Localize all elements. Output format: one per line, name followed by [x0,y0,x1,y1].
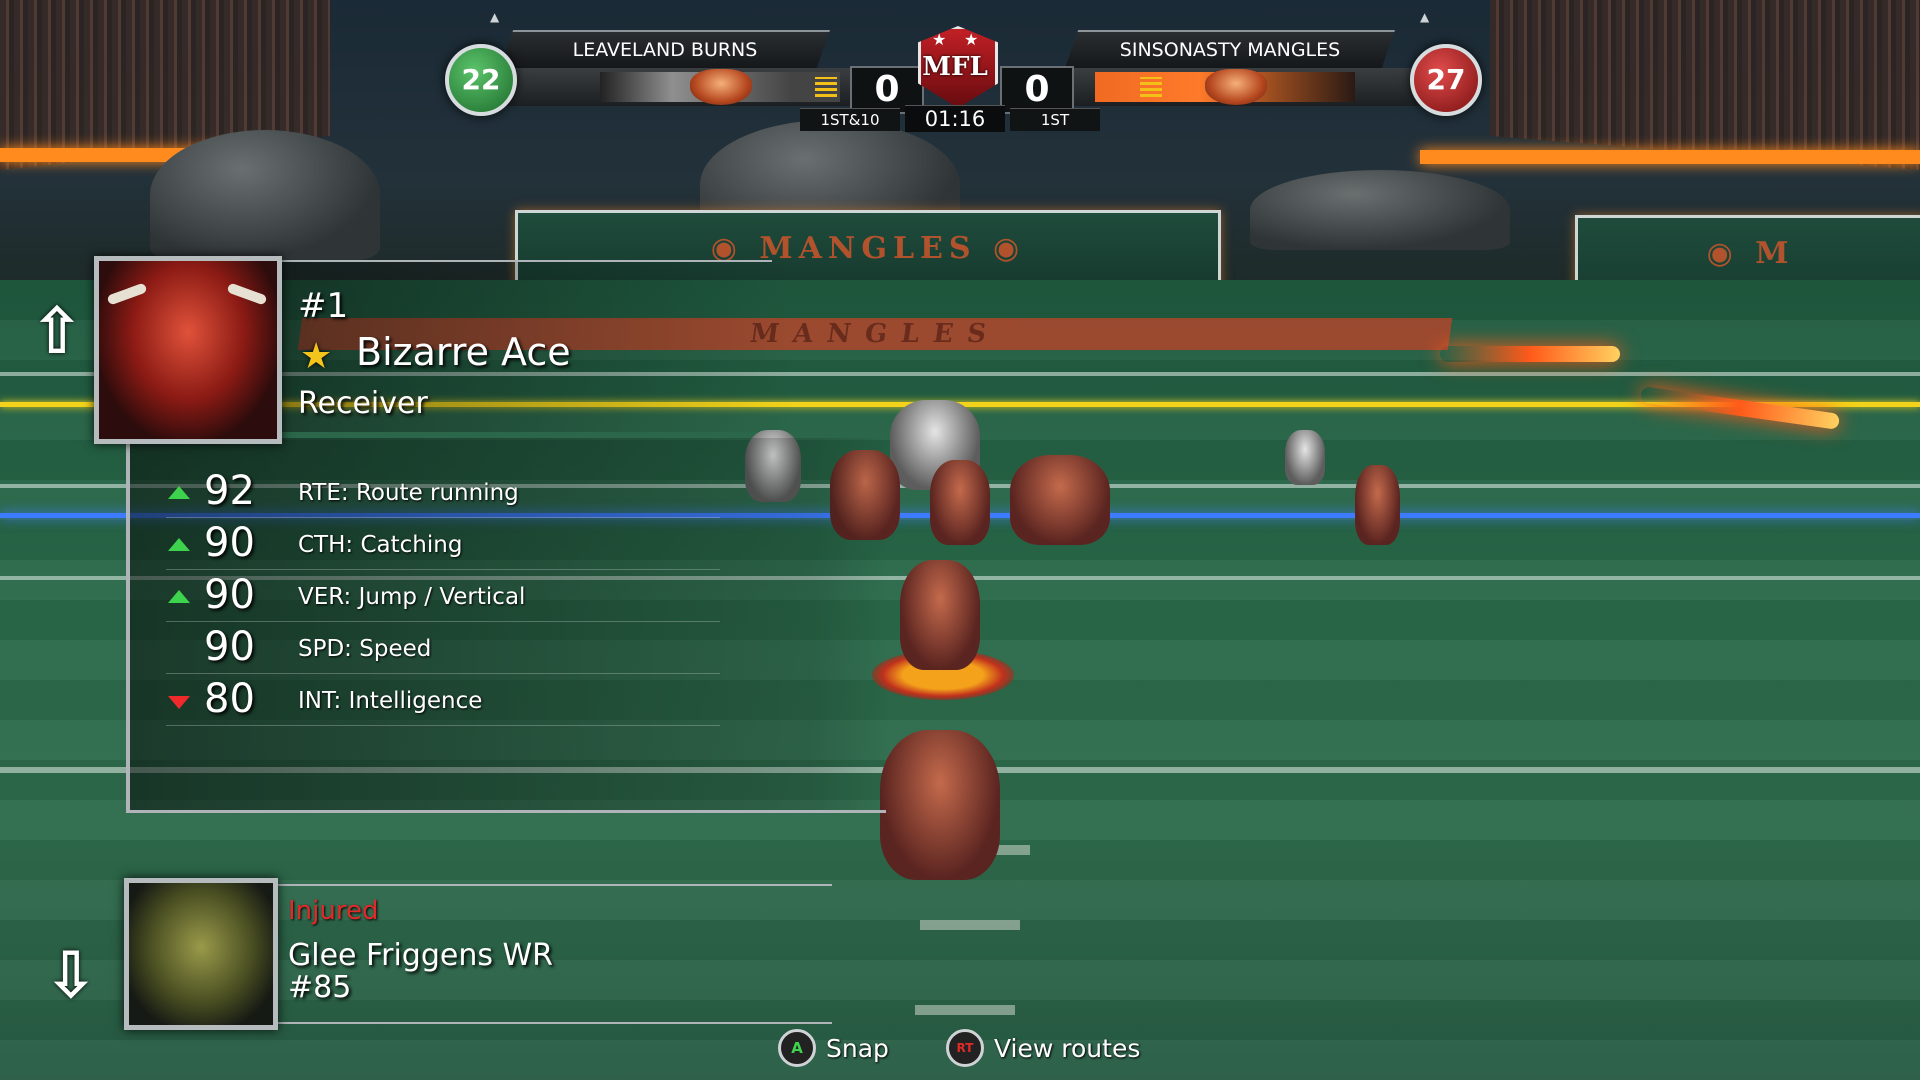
trend-up-icon [168,538,190,551]
stat-label: SPD: Speed [298,636,432,662]
stat-value: 90 [204,520,255,566]
trend-up-icon [168,486,190,499]
quarterback-figure [880,730,1000,880]
home-rating-badge: 22 [445,44,517,116]
away-team-name: SINSONASTY MANGLES [1065,30,1395,68]
away-team-bar [1065,68,1460,106]
player-name: Bizarre Ace [356,330,571,374]
league-star-icon: ★ [964,30,979,49]
player-figure [1010,455,1110,545]
player-figure [1355,465,1400,545]
rock-right [1250,170,1510,250]
game-clock: 01:16 [905,105,1005,132]
alternate-player-portrait [124,878,278,1030]
stat-value: 80 [204,676,255,722]
home-team-logo-icon [690,69,752,105]
scoreboard: ▲ ▲ LEAVELAND BURNS SINSONASTY MANGLES 2… [400,8,1520,138]
a-button-icon: A [778,1029,816,1067]
away-score: 0 [1000,66,1074,114]
stat-value: 92 [204,468,255,514]
star-icon: ★ [300,336,333,377]
league-logo: ★ ★ MFL [910,8,1000,108]
panel-border [126,436,130,812]
view-routes-prompt[interactable]: RT View routes [946,1029,1141,1067]
away-possession-icon [1140,77,1162,97]
away-team-logo-icon [1205,69,1267,105]
trend-up-icon [168,590,190,603]
spike-decoration: ▲ [1420,10,1430,24]
rt-button-icon: RT [946,1029,984,1067]
panel-border [272,1022,832,1024]
player-figure [930,460,990,545]
player-portrait-art [99,261,277,439]
quarter-indicator: 1ST [1010,108,1100,131]
stat-row: 90 CTH: Catching [160,518,720,570]
stat-label: RTE: Route running [298,480,519,506]
alternate-portrait-art [129,883,273,1025]
alternate-player-number: #85 [288,970,352,1005]
rock-left [150,130,380,260]
player-jersey-number: #1 [298,286,349,326]
panel-border [126,810,886,813]
stat-row: 80 INT: Intelligence [160,674,720,726]
spike-decoration: ▲ [490,10,500,24]
previous-player-arrow-icon[interactable]: ⇧ [30,300,84,364]
fire-jet [1440,346,1620,362]
league-star-icon: ★ [932,30,947,49]
stat-label: CTH: Catching [298,532,463,558]
receiver-figure [900,560,980,670]
view-routes-label: View routes [994,1033,1141,1063]
stat-value: 90 [204,624,255,670]
stat-row: 90 VER: Jump / Vertical [160,570,720,622]
side-banner-text: ◉ M [1706,236,1795,271]
trend-down-icon [168,696,190,709]
home-possession-icon [815,77,837,97]
stand-light-right [1420,150,1920,164]
stat-value: 90 [204,572,255,618]
next-player-arrow-icon[interactable]: ⇩ [44,944,98,1008]
down-distance: 1ST&10 [800,108,900,131]
stat-row: 92 RTE: Route running [160,466,720,518]
snap-prompt[interactable]: A Snap [778,1029,889,1067]
stat-divider [166,725,720,726]
stat-row: 90 SPD: Speed [160,622,720,674]
panel-border [272,260,772,262]
alternate-player-name: Glee Friggens WR [288,938,554,973]
home-team-bar [460,68,850,106]
injury-status: Injured [288,896,379,926]
league-logo-text: MFL [922,52,988,82]
panel-border [272,884,832,886]
hash-mark [915,1005,1015,1015]
home-team-name: LEAVELAND BURNS [500,30,830,68]
hash-mark [920,920,1020,930]
player-portrait [94,256,282,444]
away-rating-badge: 27 [1410,44,1482,116]
player-figure [1285,430,1325,485]
stat-label: INT: Intelligence [298,688,483,714]
stat-label: VER: Jump / Vertical [298,584,526,610]
snap-label: Snap [826,1033,889,1063]
player-position: Receiver [298,386,428,421]
